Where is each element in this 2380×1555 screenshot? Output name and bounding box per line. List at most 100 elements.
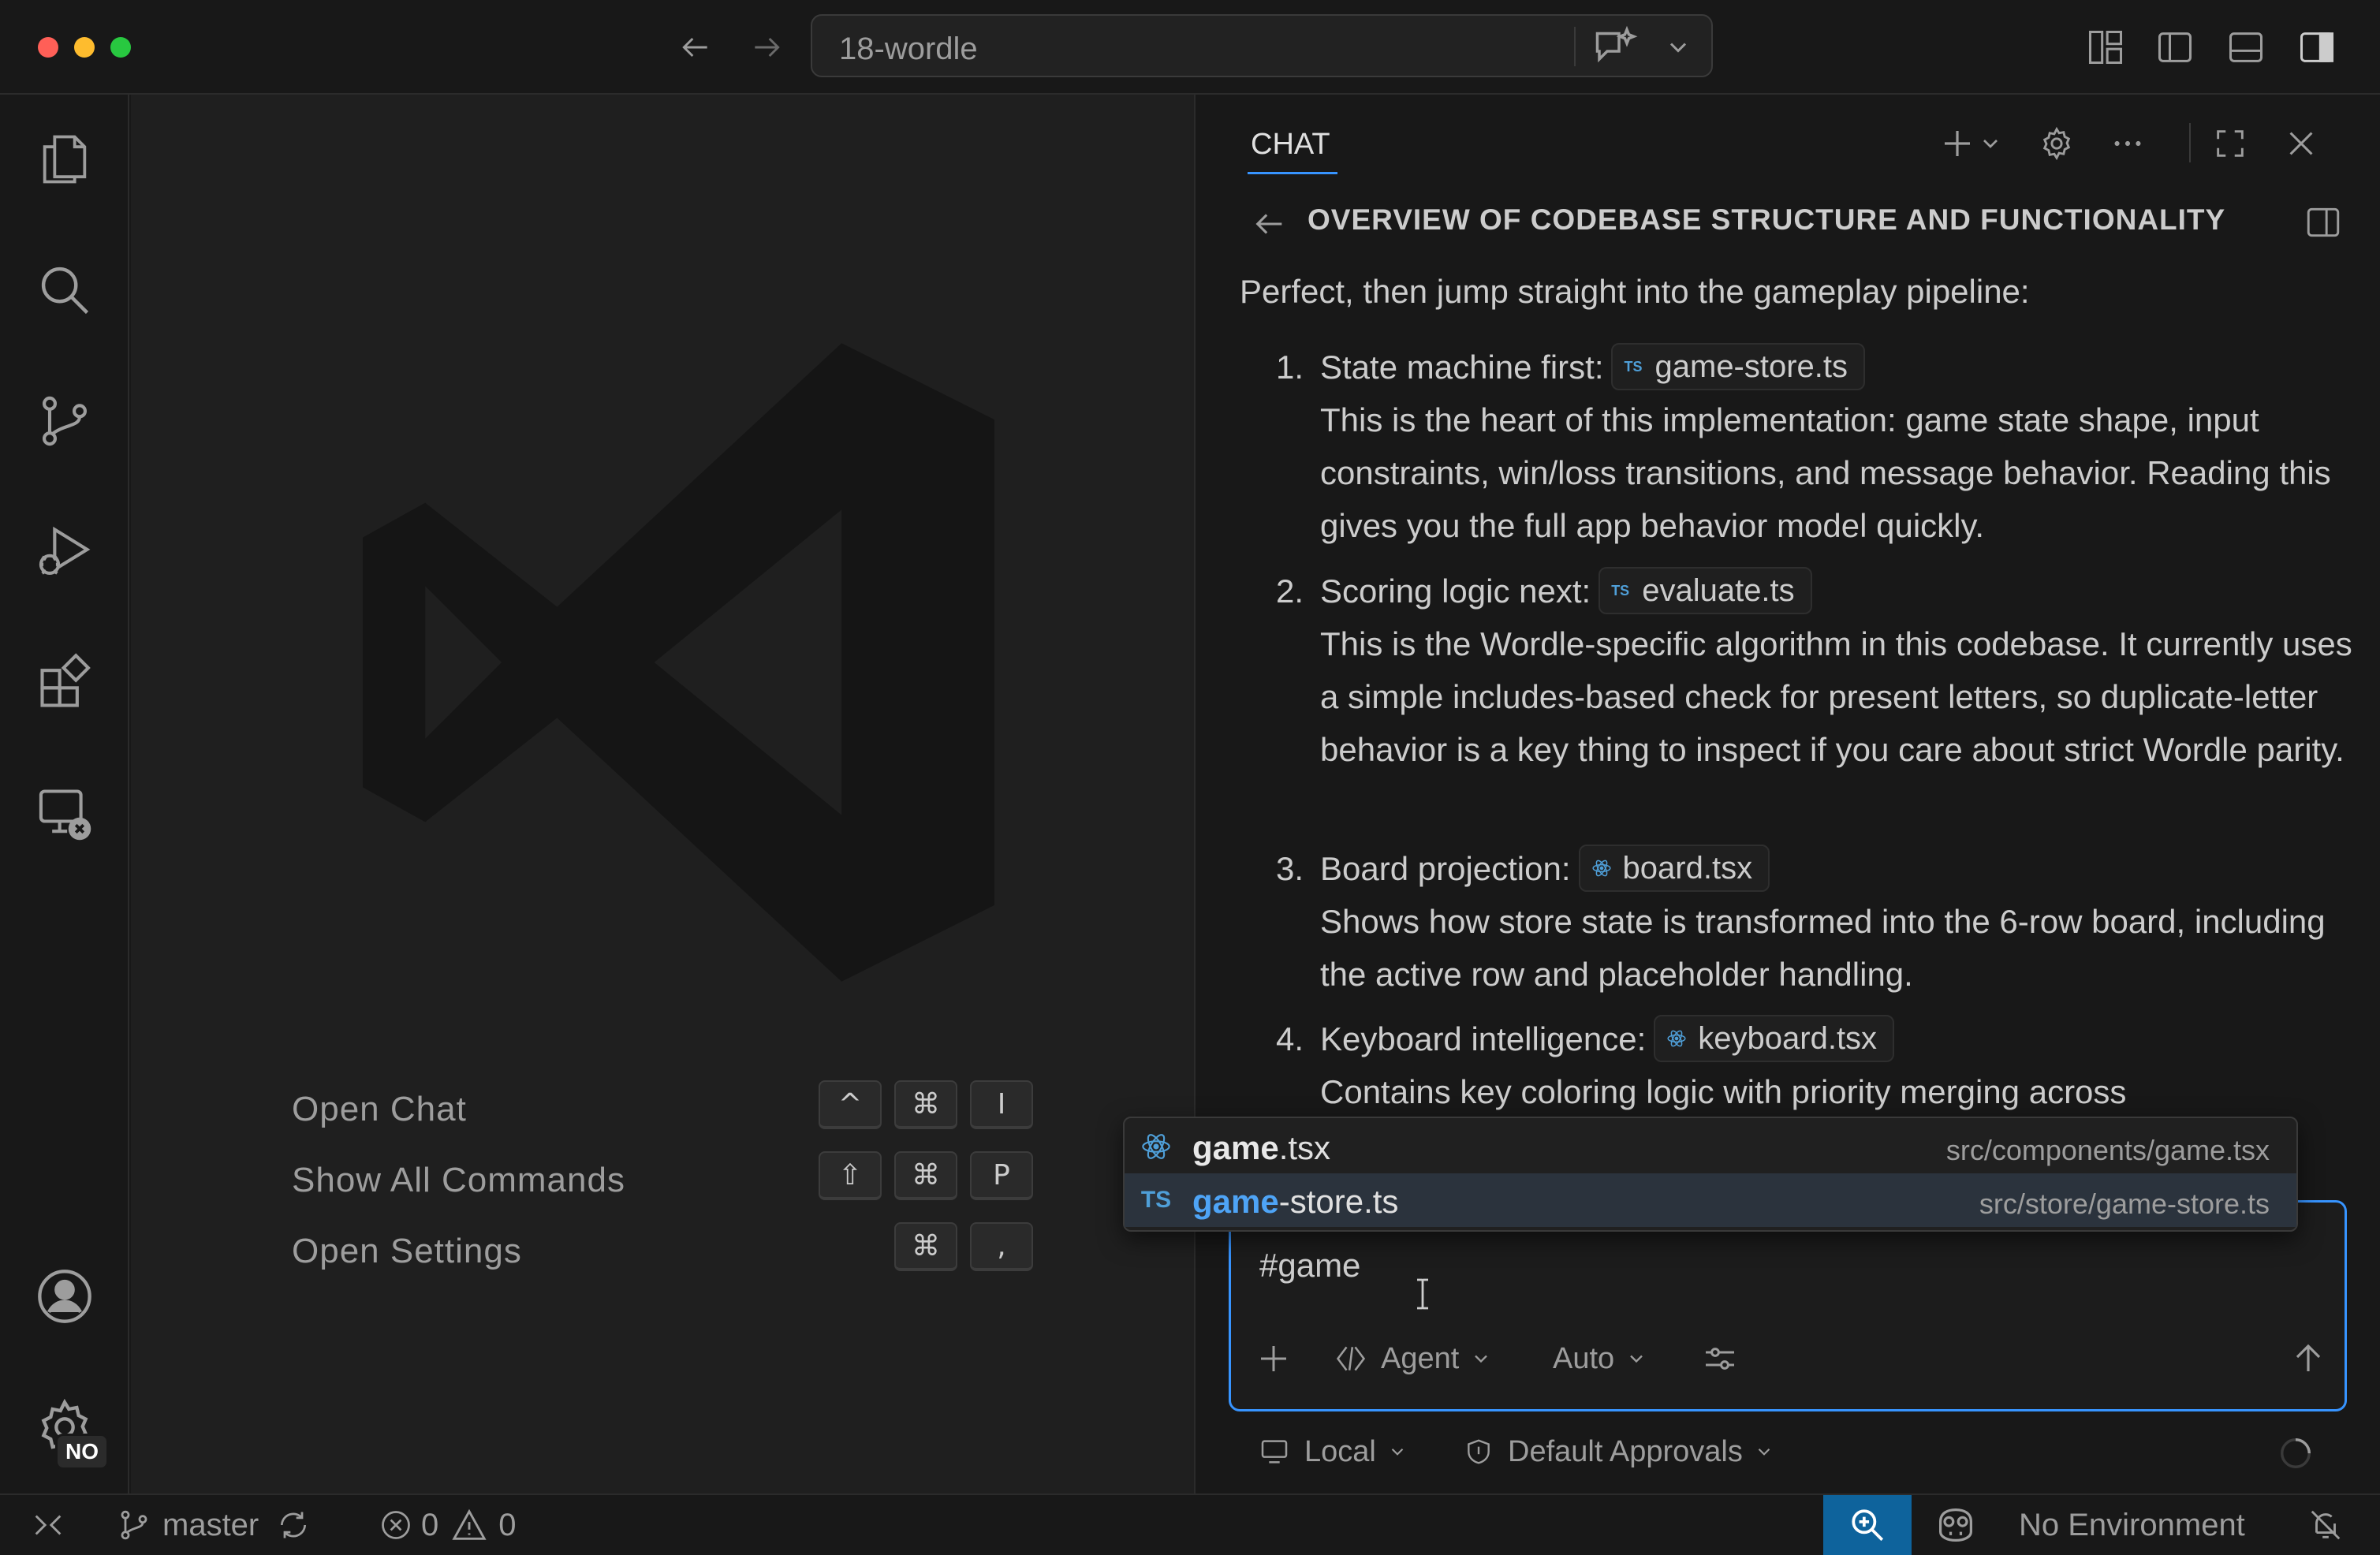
add-context-button[interactable]	[1255, 1335, 1293, 1382]
step-description: This is the heart of this implementation…	[1320, 401, 2331, 544]
step-description: Contains key coloring logic with priorit…	[1320, 1073, 2127, 1110]
search-icon[interactable]	[25, 251, 104, 330]
remote-indicator[interactable]	[30, 1495, 66, 1555]
file-chip[interactable]: keyboard.tsx	[1654, 1014, 1895, 1062]
notifications-button[interactable]	[2307, 1495, 2344, 1555]
copilot-icon	[1939, 1508, 1972, 1542]
step-title: Board projection:	[1320, 850, 1571, 887]
chevron-down-icon[interactable]	[1976, 120, 2005, 167]
step-heading: Keyboard intelligence: keyboard.tsx	[1320, 1012, 1895, 1065]
model-picker[interactable]: Auto	[1553, 1335, 1647, 1382]
toggle-panel-icon[interactable]	[2222, 24, 2270, 71]
shortcut-open-chat[interactable]: Open Chat ^ ⌘ I	[292, 1080, 1033, 1135]
list-item[interactable]: game.tsx src/components/game.tsx	[1125, 1120, 2296, 1173]
remote-explorer-icon[interactable]	[25, 774, 104, 853]
divider	[2189, 123, 2191, 162]
chat-input[interactable]: #game	[1259, 1247, 1360, 1285]
extensions-icon[interactable]	[25, 643, 104, 722]
close-icon[interactable]	[2277, 120, 2325, 167]
thread-title: OVERVIEW OF CODEBASE STRUCTURE AND FUNCT…	[1308, 203, 2226, 236]
list-number: 2.	[1276, 572, 1304, 610]
back-arrow-icon[interactable]	[673, 25, 718, 69]
zoom-button[interactable]	[1823, 1495, 1912, 1555]
more-actions-icon[interactable]	[2104, 120, 2151, 167]
status-bar: master 0 0 No Environment	[0, 1493, 2380, 1555]
gear-icon[interactable]	[2033, 120, 2080, 167]
typescript-file-icon: TS	[1140, 1187, 1172, 1213]
arrow-up-icon	[2296, 1344, 2321, 1371]
file-suggestion-list: game.tsx src/components/game.tsx TS game…	[1123, 1117, 2298, 1232]
toggle-sessions-icon[interactable]	[2300, 199, 2347, 246]
rest-text: .tsx	[1278, 1129, 1331, 1166]
list-item[interactable]: TS game-store.ts src/store/game-store.ts	[1125, 1173, 2296, 1227]
sliders-icon	[1706, 1348, 1734, 1370]
branch-indicator[interactable]: master	[117, 1495, 311, 1555]
chevron-down-icon	[1391, 1448, 1404, 1456]
forward-arrow-icon[interactable]	[744, 25, 789, 69]
back-arrow-icon[interactable]	[1246, 200, 1293, 248]
close-window-button[interactable]	[38, 37, 58, 58]
keycap: ⇧	[819, 1151, 882, 1200]
settings-badge: NO	[55, 1434, 109, 1470]
step-title: State machine first:	[1320, 349, 1604, 386]
new-chat-icon[interactable]	[1934, 120, 1981, 167]
list-number: 1.	[1276, 349, 1304, 386]
suggestion-name: game.tsx	[1192, 1129, 1330, 1167]
tab-chat[interactable]: CHAT	[1251, 128, 1330, 162]
suggestion-path: src/components/game.tsx	[1945, 1134, 2270, 1166]
toggle-primary-sidebar-icon[interactable]	[2151, 24, 2199, 71]
environment-indicator[interactable]: No Environment	[2019, 1495, 2245, 1555]
branch-name: master	[162, 1507, 259, 1542]
approvals-picker[interactable]: Default Approvals	[1464, 1432, 1774, 1471]
chevron-down-icon[interactable]	[1664, 33, 1692, 65]
model-label: Auto	[1553, 1341, 1615, 1375]
shield-icon	[1468, 1439, 1490, 1464]
location-picker[interactable]: Local	[1259, 1432, 1408, 1471]
keycap: P	[970, 1151, 1033, 1200]
agent-mode-picker[interactable]: Agent	[1334, 1335, 1492, 1382]
keycap: ⌘	[894, 1080, 957, 1129]
source-control-icon[interactable]	[25, 382, 104, 461]
maximize-icon[interactable]	[2207, 120, 2254, 167]
suggestion-path: src/store/game-store.ts	[1979, 1188, 2270, 1220]
sync-icon[interactable]	[276, 1508, 311, 1542]
problems-indicator[interactable]: 0 0	[379, 1495, 517, 1555]
error-count: 0	[421, 1507, 439, 1542]
keycap: ^	[819, 1080, 882, 1129]
react-icon	[1140, 1131, 1172, 1162]
step-heading: Scoring logic next: TS evaluate.ts	[1320, 565, 1812, 617]
editor-area: Open Chat ^ ⌘ I Show All Commands ⇧ ⌘ P …	[131, 95, 1196, 1493]
account-icon[interactable]	[25, 1257, 104, 1336]
list-number: 4.	[1276, 1020, 1304, 1057]
toggle-secondary-sidebar-icon[interactable]	[2293, 24, 2341, 71]
explorer-icon[interactable]	[25, 120, 104, 199]
agent-mode-label: Agent	[1381, 1341, 1460, 1375]
warning-icon	[452, 1508, 487, 1540]
file-name: keyboard.tsx	[1698, 1020, 1878, 1056]
copilot-status[interactable]	[1934, 1495, 1978, 1555]
file-chip[interactable]: board.tsx	[1578, 844, 1770, 892]
file-name: game-store.ts	[1654, 349, 1848, 384]
maximize-window-button[interactable]	[110, 37, 131, 58]
remote-icon	[35, 1515, 62, 1535]
tools-button[interactable]	[1701, 1335, 1739, 1382]
keycap: I	[970, 1080, 1033, 1129]
text-cursor-icon	[1414, 1278, 1431, 1314]
file-chip[interactable]: TS game-store.ts	[1611, 342, 1866, 390]
chevron-down-icon	[1475, 1355, 1488, 1363]
shortcut-open-settings[interactable]: Open Settings ⌘ ,	[292, 1222, 1033, 1277]
divider	[1574, 27, 1576, 66]
shortcut-show-all-commands[interactable]: Show All Commands ⇧ ⌘ P	[292, 1151, 1033, 1206]
chat-sparkle-icon[interactable]	[1591, 25, 1639, 73]
chat-input-box[interactable]: #game Agent Auto	[1229, 1200, 2347, 1411]
command-center[interactable]: 18-wordle	[811, 14, 1713, 77]
step-heading: Board projection: board.tsx	[1320, 842, 1770, 895]
customize-layout-icon[interactable]	[2082, 24, 2129, 71]
file-name: board.tsx	[1622, 850, 1753, 886]
step-description: This is the Wordle-specific algorithm in…	[1320, 625, 2352, 768]
loading-spinner-icon	[2277, 1434, 2314, 1473]
run-debug-icon[interactable]	[25, 513, 104, 591]
minimize-window-button[interactable]	[74, 37, 95, 58]
send-button[interactable]	[2289, 1335, 2327, 1382]
file-chip[interactable]: TS evaluate.ts	[1598, 566, 1812, 614]
